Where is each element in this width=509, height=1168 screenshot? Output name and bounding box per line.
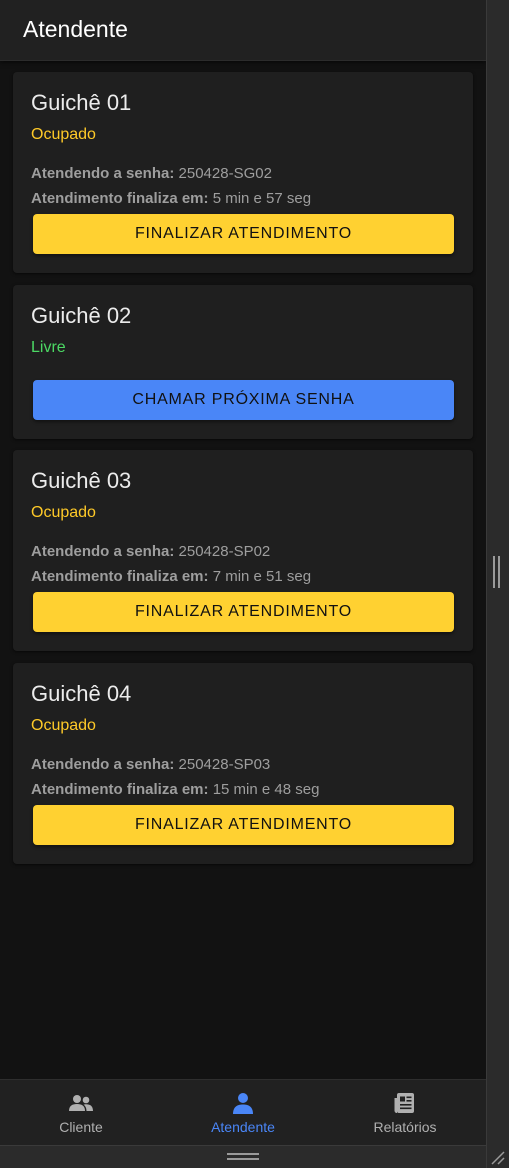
finish-service-button[interactable]: FINALIZAR ATENDIMENTO <box>33 214 454 254</box>
users-icon <box>69 1095 93 1111</box>
app-header: Atendente <box>0 0 486 61</box>
nav-item-cliente[interactable]: Cliente <box>0 1080 162 1146</box>
bottom-navigation: Cliente Atendente Relatórios <box>0 1079 486 1145</box>
horizontal-resize-handle[interactable] <box>227 1153 259 1161</box>
ticket-label: Atendendo a senha: <box>31 165 175 182</box>
nav-label: Atendente <box>211 1119 275 1135</box>
ticket-label: Atendendo a senha: <box>31 543 175 560</box>
ticket-label: Atendendo a senha: <box>31 756 175 773</box>
counter-title: Guichê 01 <box>31 90 132 115</box>
counter-card-01: Guichê 01 Ocupado Atendendo a senha: 250… <box>13 72 473 273</box>
ticket-value: 250428-SP03 <box>178 756 271 773</box>
ends-value: 5 min e 57 seg <box>212 190 312 207</box>
ticket-value: 250428-SG02 <box>178 165 272 182</box>
counter-card-03: Guichê 03 Ocupado Atendendo a senha: 250… <box>13 450 473 651</box>
finish-service-button[interactable]: FINALIZAR ATENDIMENTO <box>33 592 454 632</box>
ticket-info: Atendendo a senha: 250428-SG02 <box>31 165 272 182</box>
nav-item-atendente[interactable]: Atendente <box>162 1080 324 1146</box>
counter-title: Guichê 02 <box>31 303 132 328</box>
ends-value: 7 min e 51 seg <box>212 568 312 585</box>
counter-status: Ocupado <box>31 717 96 734</box>
resize-grip-icon[interactable] <box>488 1148 506 1166</box>
app-root: Atendente Guichê 01 Ocupado Atendendo a … <box>0 0 486 1145</box>
counter-card-04: Guichê 04 Ocupado Atendendo a senha: 250… <box>13 663 473 864</box>
ends-info: Atendimento finaliza em: 5 min e 57 seg <box>31 190 311 207</box>
nav-label: Relatórios <box>373 1119 437 1135</box>
vertical-resize-handle[interactable] <box>493 556 501 588</box>
counter-title: Guichê 03 <box>31 468 132 493</box>
ticket-value: 250428-SP02 <box>178 543 271 560</box>
ends-info: Atendimento finaliza em: 7 min e 51 seg <box>31 568 311 585</box>
counter-status: Livre <box>31 339 66 356</box>
nav-item-relatorios[interactable]: Relatórios <box>324 1080 486 1146</box>
ends-value: 15 min e 48 seg <box>212 781 320 798</box>
counter-card-02: Guichê 02 Livre CHAMAR PRÓXIMA SENHA <box>13 285 473 439</box>
newspaper-icon <box>394 1093 414 1113</box>
user-icon <box>233 1093 253 1114</box>
ends-label: Atendimento finaliza em: <box>31 781 209 798</box>
counter-status: Ocupado <box>31 504 96 521</box>
ends-info: Atendimento finaliza em: 15 min e 48 seg <box>31 781 319 798</box>
counter-status: Ocupado <box>31 126 96 143</box>
nav-label: Cliente <box>59 1119 103 1135</box>
finish-service-button[interactable]: FINALIZAR ATENDIMENTO <box>33 805 454 845</box>
ticket-info: Atendendo a senha: 250428-SP03 <box>31 756 270 773</box>
page-title: Atendente <box>23 16 128 42</box>
ends-label: Atendimento finaliza em: <box>31 190 209 207</box>
counter-title: Guichê 04 <box>31 681 132 706</box>
ends-label: Atendimento finaliza em: <box>31 568 209 585</box>
call-next-ticket-button[interactable]: CHAMAR PRÓXIMA SENHA <box>33 380 454 420</box>
ticket-info: Atendendo a senha: 250428-SP02 <box>31 543 270 560</box>
